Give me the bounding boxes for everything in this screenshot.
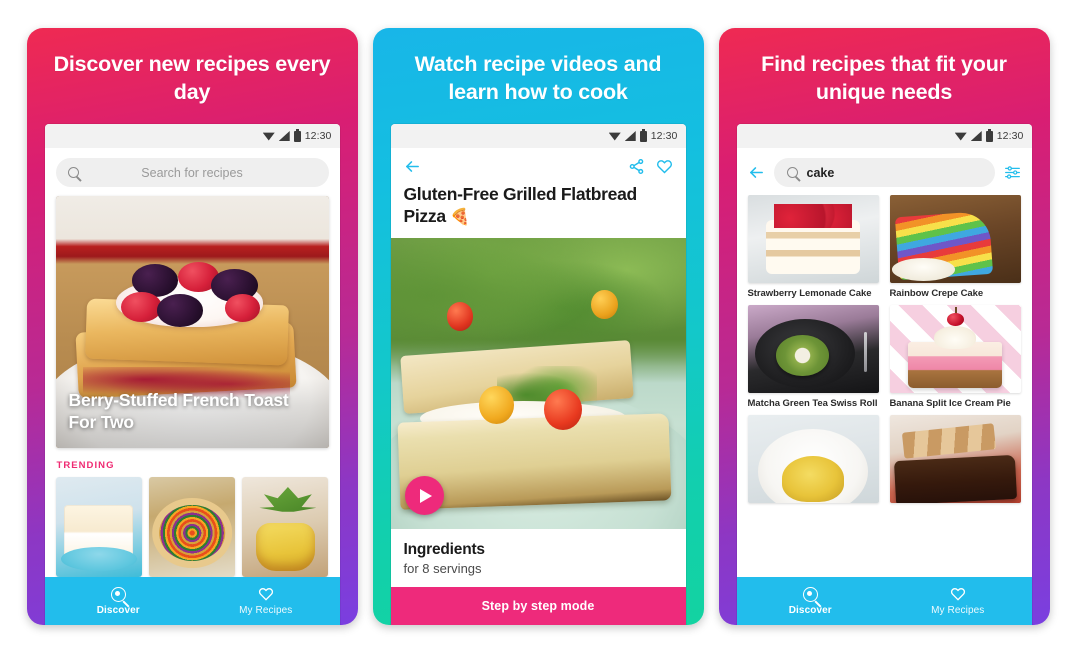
app-body-3: cake Strawberry Lemonade Cake Rainbow Cr… [736,148,1032,577]
result-card[interactable] [747,415,879,508]
result-image [889,415,1021,504]
signal-icon [624,131,636,141]
panel-2-headline: Watch recipe videos and learn how to coo… [414,52,662,105]
wifi-icon [608,132,621,141]
result-image [747,195,879,283]
result-card[interactable]: Matcha Green Tea Swiss Roll [747,305,879,410]
search-magnifier-icon [802,586,818,602]
nav-label-my-recipes: My Recipes [931,605,985,616]
ingredients-servings: for 8 servings [403,561,482,576]
phone-mockup-3: 12:30 cake Strawberry Lemonade Cake Rain… [736,124,1032,625]
result-card[interactable] [889,415,1021,508]
result-image [747,305,879,394]
result-card[interactable]: Strawberry Lemonade Cake [747,195,879,300]
status-time-3: 12:30 [996,130,1024,142]
status-time-2: 12:30 [650,130,678,142]
status-bar-2: 12:30 [390,124,686,148]
status-icons-2 [608,128,647,142]
result-title: Banana Split Ice Cream Pie [889,398,1011,410]
result-image [747,415,879,504]
recipe-toolbar [391,148,686,179]
bottom-nav-1: Discover My Recipes [44,577,340,625]
hero-recipe-title: Berry-Stuffed French Toast For Two [55,378,329,448]
search-toolbar: cake [737,148,1032,195]
app-body-1: Search for recipes Berry-Stuffed French … [44,148,340,577]
search-placeholder: Search for recipes [141,165,243,180]
search-icon [67,167,79,178]
pizza-emoji-icon: 🍕 [450,208,470,226]
status-time-1: 12:30 [304,130,332,142]
search-results-grid: Strawberry Lemonade Cake Rainbow Crepe C… [737,195,1032,577]
search-value: cake [806,165,835,180]
back-arrow-icon[interactable] [748,164,765,181]
heart-icon [258,586,274,602]
wifi-icon [954,132,967,141]
result-image [889,195,1021,283]
ingredients-heading: Ingredients [403,541,486,558]
status-icons-3 [954,128,993,142]
nav-label-discover: Discover [788,604,832,616]
battery-icon [293,128,301,142]
hero-recipe-card[interactable]: Berry-Stuffed French Toast For Two [55,196,329,448]
battery-icon [639,128,647,142]
filter-sliders-icon[interactable] [1004,165,1021,180]
nav-item-discover[interactable]: Discover [737,577,885,625]
nav-label-my-recipes: My Recipes [239,605,293,616]
toolbar-actions [628,158,673,175]
signal-icon [970,131,982,141]
result-card[interactable]: Rainbow Crepe Cake [889,195,1021,300]
search-input[interactable]: Search for recipes [55,158,329,187]
result-title: Strawberry Lemonade Cake [747,288,872,299]
signal-icon [278,131,290,141]
nav-item-my-recipes[interactable]: My Recipes [192,577,340,625]
nav-label-discover: Discover [96,604,140,616]
result-title: Rainbow Crepe Cake [889,288,984,299]
trending-label: TRENDING [56,460,115,471]
heart-outline-icon[interactable] [656,158,673,175]
ingredients-block: Ingredients for 8 servings [390,529,686,587]
status-bar-1: 12:30 [44,124,340,148]
recipe-title-text: Gluten-Free Grilled Flatbread Pizza [403,184,638,226]
promo-panel-1: Discover new recipes every day 12:30 Sea… [26,28,358,625]
trending-card-3[interactable] [242,477,329,577]
result-image [889,305,1021,394]
result-card[interactable]: Banana Split Ice Cream Pie [889,305,1021,410]
battery-icon [985,128,993,142]
bottom-nav-3: Discover My Recipes [736,577,1032,625]
search-icon [786,167,798,178]
nav-item-my-recipes[interactable]: My Recipes [884,577,1032,625]
trending-row [45,477,340,577]
recipe-video[interactable] [390,237,686,529]
trending-card-2[interactable] [148,477,236,577]
play-icon[interactable] [404,476,444,515]
recipe-title: Gluten-Free Grilled Flatbread Pizza 🍕 [391,179,686,238]
status-icons-1 [262,128,301,142]
app-body-2: Gluten-Free Grilled Flatbread Pizza 🍕 In… [390,148,686,625]
panel-1-headline: Discover new recipes every day [53,52,331,105]
trending-card-1[interactable] [55,477,142,577]
panel-3-headline: Find recipes that fit your unique needs [761,52,1007,105]
search-magnifier-icon [110,586,126,602]
promo-panel-3: Find recipes that fit your unique needs … [718,28,1050,625]
nav-item-discover[interactable]: Discover [45,577,193,625]
promo-panel-2: Watch recipe videos and learn how to coo… [372,28,704,625]
heart-icon [950,586,966,602]
share-icon[interactable] [628,158,645,175]
search-input[interactable]: cake [773,158,995,187]
phone-mockup-1: 12:30 Search for recipes Berry-Stuffed F… [44,124,340,625]
status-bar-3: 12:30 [736,124,1032,148]
result-title: Matcha Green Tea Swiss Roll [747,398,878,410]
step-by-step-button[interactable]: Step by step mode [390,587,686,625]
screenshot-gallery: Discover new recipes every day 12:30 Sea… [0,0,1076,650]
wifi-icon [262,132,275,141]
back-arrow-icon[interactable] [404,158,421,175]
phone-mockup-2: 12:30 Gluten-Free Grilled Flatbread Pizz… [390,124,686,625]
